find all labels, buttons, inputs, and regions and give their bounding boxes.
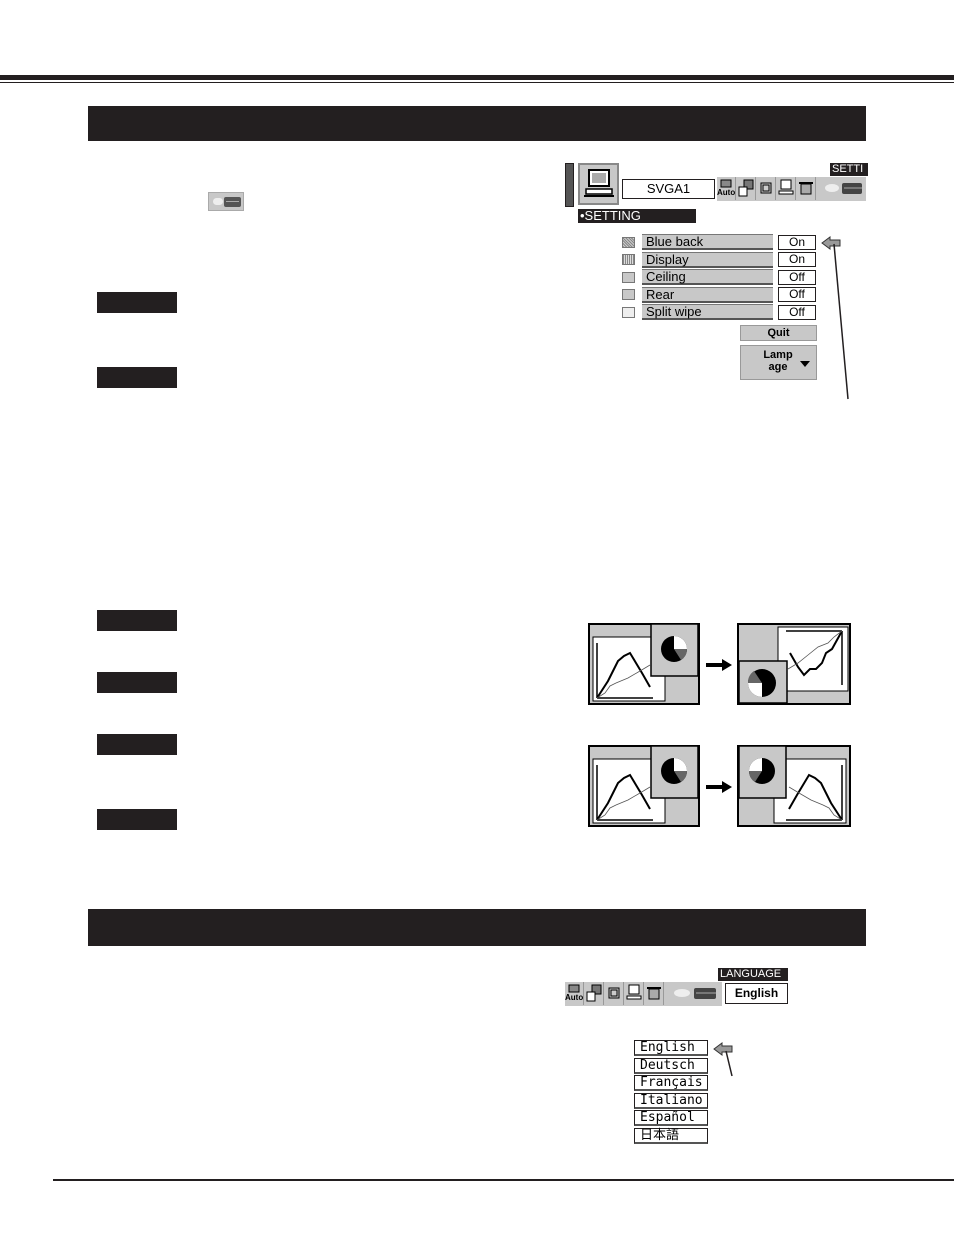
image-select-icon [586,984,602,1002]
rear-value[interactable]: Off [778,287,816,302]
setting-item-split-wipe[interactable]: Split wipe [642,304,773,320]
language-option-japanese[interactable]: 日本語 [634,1128,708,1144]
rear-icon [622,289,635,300]
source-field: SVGA1 [622,179,715,199]
language-menu-title: LANGUAGE [718,968,788,981]
setting-item-ceiling[interactable]: Ceiling [642,269,773,285]
language-option-italiano[interactable]: Italiano [634,1093,708,1109]
language-option-espanol[interactable]: Español [634,1110,708,1126]
display-value[interactable]: On [778,252,816,267]
pc-menu-button[interactable] [578,163,619,205]
pc-system-icon [778,179,794,195]
screen-position-button[interactable] [605,982,624,1005]
language-option-francais[interactable]: Français [634,1075,708,1091]
setting-item-display[interactable]: Display [642,252,773,268]
pc-monitor-icon [584,169,614,197]
footer-rule [53,1179,954,1181]
arrow-right-icon [706,781,732,793]
screen-button[interactable] [645,982,664,1005]
ceiling-value[interactable]: Off [778,270,816,285]
label-ceiling [97,610,177,631]
language-pointer-arrow-icon [713,1042,733,1077]
image-select-button[interactable] [737,177,756,200]
auto-pc-adjust-button[interactable]: Auto [565,982,584,1005]
display-icon [622,254,635,265]
arrow-pointer-icon [821,236,849,400]
screen-position-icon [608,987,620,999]
setting-item-blue-back[interactable]: Blue back [642,234,773,250]
setting-lamp-icon [824,183,862,194]
image-select-button[interactable] [585,982,604,1005]
label-blue-back [97,292,177,313]
setting-toolbar: Auto [717,177,866,201]
split-wipe-value[interactable]: Off [778,305,816,320]
pc-system-button[interactable] [625,982,644,1005]
screen-position-icon [760,182,772,194]
auto-pc-adjust-icon [720,179,732,188]
lamp-age-button[interactable]: Lamp age [740,345,817,380]
setting-section-label: •SETTING [578,209,696,223]
rear-diagram [588,745,851,827]
screen-button[interactable] [797,177,816,200]
label-split-wipe [97,734,177,755]
setting-lamp-icon [673,988,716,999]
screen-position-button[interactable] [757,177,776,200]
label-lamp-age [97,809,177,830]
language-current-field[interactable]: English [725,983,788,1004]
blue-back-icon [622,237,635,248]
ceiling-diagram [588,623,851,705]
quit-button[interactable]: Quit [740,325,817,341]
label-rear [97,672,177,693]
setting-button[interactable] [817,177,866,200]
setting-button[interactable] [665,982,722,1005]
screen-icon [799,182,813,195]
header-rule-thin [0,82,954,83]
menu-edge [565,163,574,207]
arrow-right-icon [706,659,732,671]
screen-icon [647,987,661,1000]
split-wipe-icon [622,307,635,318]
dropdown-triangle-icon [800,361,810,367]
auto-pc-adjust-icon [568,984,580,993]
header-rule-thick [0,75,954,80]
section-header-setting [88,106,866,141]
pc-system-icon [626,984,642,1000]
image-select-icon [738,179,754,197]
blue-back-value[interactable]: On [778,235,816,250]
language-option-english[interactable]: English [634,1040,708,1056]
section-header-language [88,909,866,946]
language-option-deutsch[interactable]: Deutsch [634,1058,708,1074]
language-toolbar: Auto [565,982,722,1006]
setting-lamp-icon [208,192,244,211]
setting-item-rear[interactable]: Rear [642,287,773,303]
menu-title: SETTI [830,163,868,176]
auto-pc-adjust-button[interactable]: Auto [717,177,736,200]
pc-system-button[interactable] [777,177,796,200]
ceiling-icon [622,272,635,283]
label-display [97,367,177,388]
